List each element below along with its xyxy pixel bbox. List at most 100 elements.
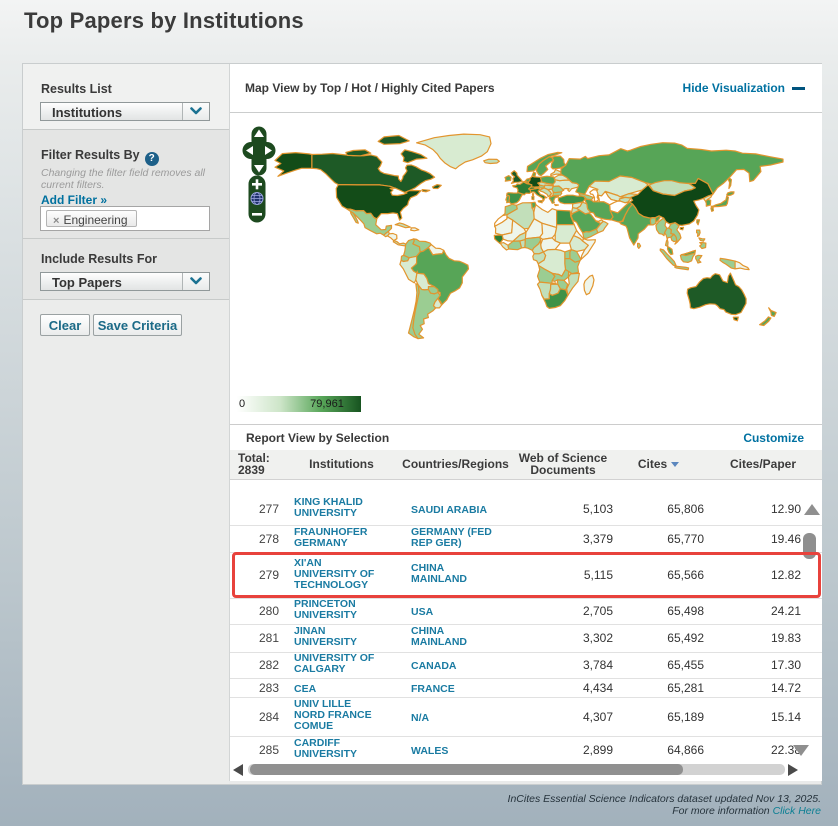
map-country-nz_north[interactable] [769, 308, 776, 317]
map-country-nz_south[interactable] [760, 317, 771, 326]
filter-input[interactable]: ×Engineering [40, 206, 210, 231]
cites-paper-cell: 12.82 [704, 552, 822, 598]
map-country-portugal[interactable] [506, 195, 510, 202]
cites-paper-header[interactable]: Cites/Paper [704, 450, 822, 479]
map-country-srilanka[interactable] [638, 243, 641, 248]
table-row[interactable]: 285 CARDIFF UNIVERSITY WALES 2,899 64,86… [230, 736, 822, 759]
institution-link[interactable]: CEA [294, 684, 382, 695]
institution-link[interactable]: JINAN UNIVERSITY [294, 626, 382, 648]
map-country-ellesmere[interactable] [378, 136, 409, 145]
table-row[interactable]: 280 PRINCETON UNIVERSITY USA 2,705 65,49… [230, 598, 822, 624]
map-country-malay_pen[interactable] [668, 247, 673, 255]
map-country-sakhalin[interactable] [728, 178, 731, 189]
map-country-mindanao[interactable] [700, 243, 706, 249]
add-filter-link[interactable]: Add Filter » [41, 193, 107, 207]
institution-link[interactable]: KING KHALID UNIVERSITY [294, 497, 382, 519]
map-country-australia[interactable] [687, 273, 746, 315]
institutions-header[interactable]: Institutions [285, 450, 398, 479]
vertical-scrollbar-thumb[interactable] [803, 533, 816, 559]
map-country-sulawesi[interactable] [696, 255, 702, 263]
map-country-senegal[interactable] [494, 235, 503, 243]
map-country-uganda[interactable] [565, 250, 572, 259]
institution-link[interactable]: CARDIFF UNIVERSITY [294, 738, 382, 759]
hide-visualization-link[interactable]: Hide Visualization [683, 81, 805, 95]
table-row[interactable]: 282 UNIVERSITY OF CALGARY CANADA 3,784 6… [230, 652, 822, 678]
table-row[interactable]: 283 CEA FRANCE 4,434 65,281 14.72 [230, 678, 822, 697]
map-country-papua_id[interactable] [720, 258, 735, 269]
map-country-novascotia[interactable] [422, 190, 430, 192]
table-row[interactable]: 281 JINAN UNIVERSITY CHINA MAINLAND 3,30… [230, 624, 822, 652]
scroll-right-arrow[interactable] [788, 764, 798, 776]
map-country-skorea[interactable] [706, 199, 711, 206]
map-country-denmark[interactable] [532, 172, 536, 176]
scroll-up-arrow[interactable] [804, 504, 820, 515]
institution-link[interactable]: XI'AN UNIVERSITY OF TECHNOLOGY [294, 558, 382, 591]
map-country-luzon[interactable] [697, 230, 701, 236]
institution-link[interactable]: UNIVERSITY OF CALGARY [294, 653, 382, 675]
map-country-sardinia[interactable] [532, 196, 534, 199]
map-country-japan_hokkaido[interactable] [727, 192, 734, 196]
zoom-out-icon [252, 213, 262, 216]
map-country-iceland[interactable] [484, 159, 500, 163]
map-country-greenland[interactable] [417, 134, 491, 169]
map-country-baffin[interactable] [401, 150, 427, 163]
institution-link[interactable]: FRAUNHOFER GERMANY [294, 527, 382, 549]
page-footer: InCites Essential Science Indicators dat… [508, 794, 821, 817]
page-title: Top Papers by Institutions [24, 8, 304, 34]
map-country-japan_kyushu[interactable] [711, 208, 714, 212]
map-country-costa_panama[interactable] [393, 241, 406, 246]
clear-button[interactable]: Clear [40, 314, 90, 336]
scroll-left-arrow[interactable] [233, 764, 243, 776]
table-row[interactable]: 284 UNIV LILLE NORD FRANCE COMUE N/A 4,3… [230, 697, 822, 736]
map-country-japan_honshu[interactable] [711, 196, 728, 208]
map-country-uk[interactable] [511, 171, 522, 184]
country-label: N/A [411, 713, 499, 724]
cites-paper-cell: 15.14 [704, 697, 822, 736]
map-country-madagascar[interactable] [584, 275, 594, 295]
map-country-corsica[interactable] [533, 194, 534, 196]
map-country-hispaniola[interactable] [411, 228, 419, 231]
results-list-select[interactable]: Institutions [40, 102, 210, 121]
filter-tag[interactable]: ×Engineering [46, 210, 137, 227]
help-icon[interactable]: ? [145, 152, 159, 166]
map-country-crete[interactable] [555, 205, 559, 206]
map-country-bangladesh[interactable] [650, 218, 656, 225]
table-row[interactable]: 278 FRAUNHOFER GERMANY GERMANY (FED REP … [230, 525, 822, 552]
table-row[interactable]: 277 KING KHALID UNIVERSITY SAUDI ARABIA … [230, 493, 822, 525]
institution-link[interactable]: PRINCETON UNIVERSITY [294, 599, 382, 621]
map-country-mozambique[interactable] [567, 273, 580, 295]
map-country-honduras_nic[interactable] [388, 234, 397, 241]
map-country-guinea_cs[interactable] [500, 243, 509, 250]
docs-header[interactable]: Web of Science Documents [513, 450, 613, 479]
table-row[interactable]: 279 XI'AN UNIVERSITY OF TECHNOLOGY CHINA… [230, 552, 822, 598]
map-country-hainan[interactable] [680, 227, 683, 230]
institution-link[interactable]: UNIV LILLE NORD FRANCE COMUE [294, 699, 382, 732]
map-zoom-control[interactable] [248, 175, 266, 223]
horizontal-scrollbar-track[interactable] [248, 764, 785, 775]
horizontal-scrollbar-thumb[interactable] [250, 764, 683, 775]
cites-header[interactable]: Cites [613, 450, 704, 479]
map-country-greece[interactable] [549, 196, 558, 204]
save-criteria-button[interactable]: Save Criteria [93, 314, 182, 336]
map-country-ireland[interactable] [505, 176, 511, 182]
map-country-taiwan[interactable] [697, 220, 700, 225]
map-country-java[interactable] [675, 266, 689, 270]
include-results-select[interactable]: Top Papers [40, 272, 210, 291]
results-table-body: 277 KING KHALID UNIVERSITY SAUDI ARABIA … [230, 479, 822, 759]
remove-tag-icon[interactable]: × [53, 215, 59, 227]
map-country-sicily[interactable] [538, 201, 542, 203]
map-pan-control[interactable] [242, 126, 276, 176]
click-here-link[interactable]: Click Here [773, 805, 821, 817]
cites-paper-cell: 17.30 [704, 652, 822, 678]
map-country-newfoundland[interactable] [433, 185, 442, 189]
countries-header[interactable]: Countries/Regions [398, 450, 513, 479]
map-country-png[interactable] [735, 261, 749, 270]
scroll-down-arrow[interactable] [793, 745, 809, 756]
map-country-visayas[interactable] [699, 238, 705, 241]
customize-link[interactable]: Customize [743, 431, 804, 445]
map-country-cuba[interactable] [395, 223, 410, 228]
country-label: CHINA MAINLAND [411, 563, 499, 585]
map-country-alaska[interactable] [275, 153, 312, 177]
map-country-bulgaria[interactable] [553, 192, 562, 196]
map-country-tasmania[interactable] [733, 317, 738, 321]
